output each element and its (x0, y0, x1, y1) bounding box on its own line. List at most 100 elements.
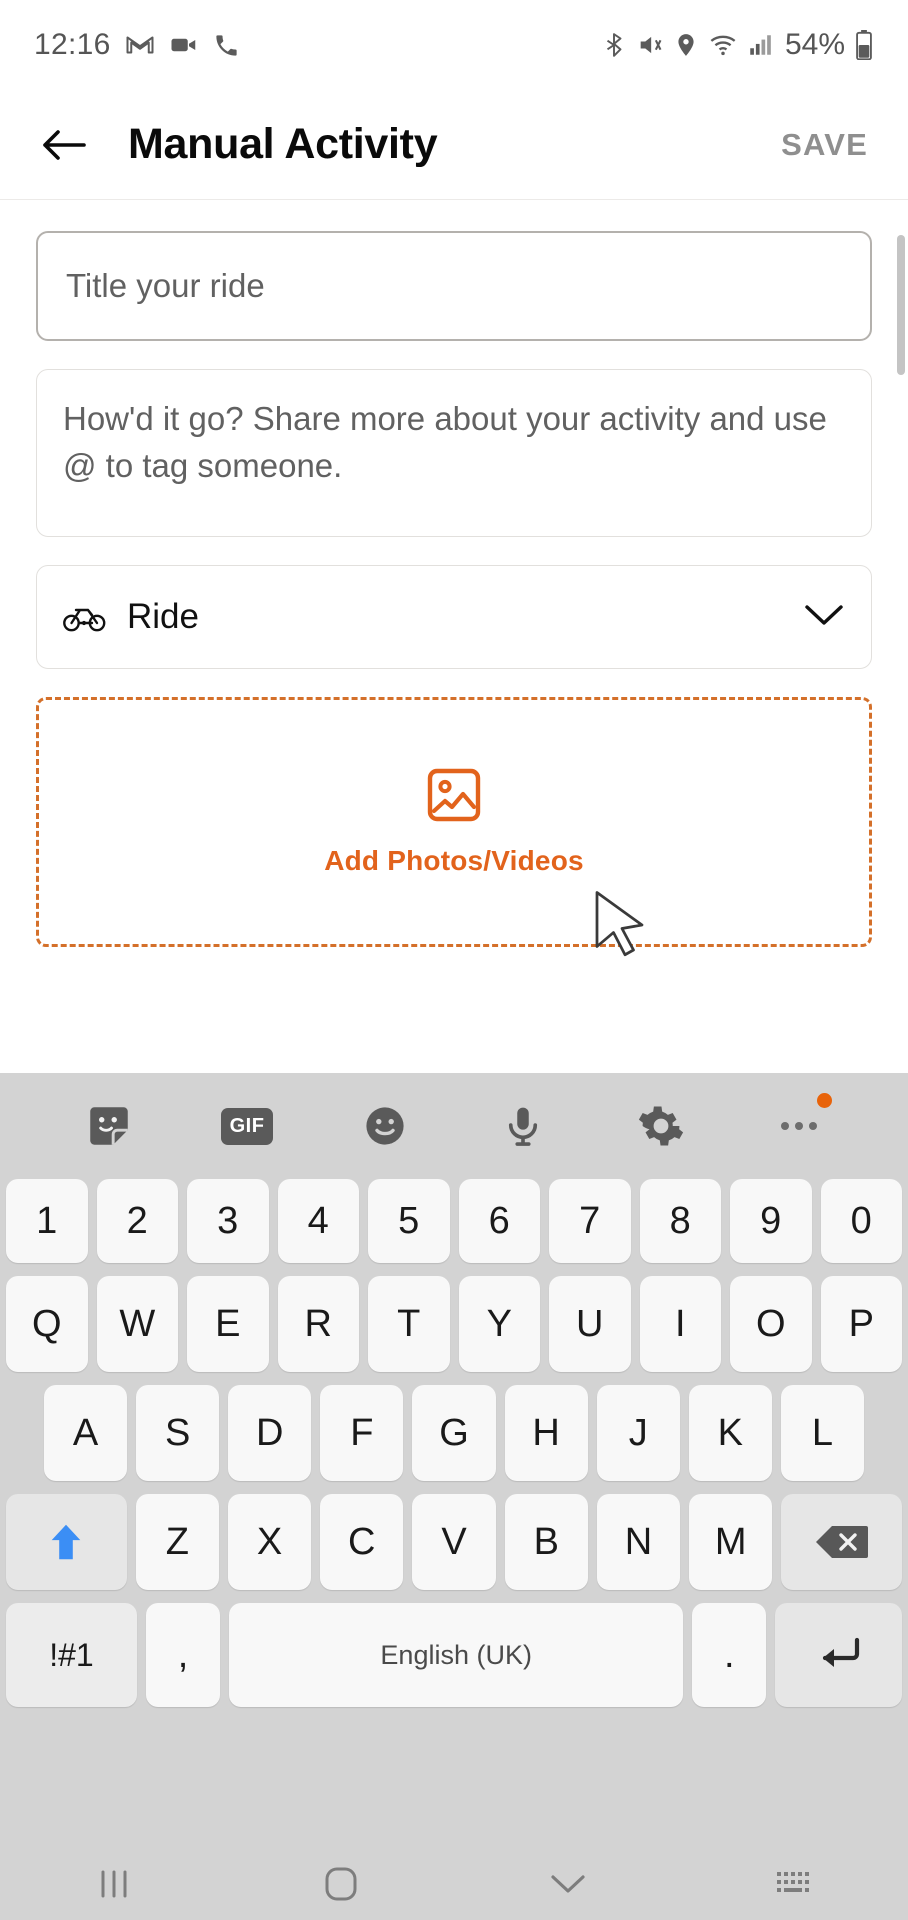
status-bar: 12:16 54% (0, 0, 908, 90)
key-d[interactable]: D (228, 1385, 312, 1481)
key-8[interactable]: 8 (639, 1179, 721, 1263)
key-1[interactable]: 1 (6, 1179, 88, 1263)
keyboard-switch-icon (776, 1871, 809, 1892)
key-b[interactable]: B (504, 1494, 588, 1590)
status-bar-left: 12:16 (34, 28, 240, 62)
cellular-signal-icon (750, 35, 771, 55)
video-camera-icon (171, 38, 195, 52)
activity-title-input[interactable]: Title your ride (36, 231, 872, 341)
key-6[interactable]: 6 (458, 1179, 540, 1263)
emoji-icon[interactable] (350, 1091, 420, 1161)
phone-icon (215, 34, 237, 56)
wifi-icon (710, 35, 736, 56)
key-n[interactable]: N (596, 1494, 681, 1590)
battery-percent-label: 54% (784, 28, 845, 61)
save-button[interactable]: SAVE (777, 117, 872, 173)
keyboard-row-space: !#1 , English (UK) . (6, 1603, 903, 1707)
key-z[interactable]: Z (135, 1494, 219, 1590)
key-h[interactable]: H (504, 1385, 588, 1481)
recents-button[interactable] (0, 1867, 227, 1901)
form-scroll-area[interactable]: Title your ride How'd it go? Share more … (0, 201, 908, 1073)
period-key[interactable]: . (692, 1603, 767, 1707)
keyboard-row-numbers: 1 2 3 4 5 6 7 8 9 0 (6, 1179, 902, 1263)
location-icon (678, 34, 694, 56)
activity-type-label: Ride (127, 597, 199, 636)
activity-description-placeholder: How'd it go? Share more about your activ… (63, 400, 827, 484)
add-photos-videos-button[interactable]: Add Photos/Videos (36, 697, 872, 947)
key-p[interactable]: P (820, 1276, 902, 1372)
key-y[interactable]: Y (458, 1276, 540, 1372)
keyboard-switch-button[interactable] (681, 1869, 908, 1899)
key-4[interactable]: 4 (277, 1179, 359, 1263)
back-arrow-icon (43, 129, 86, 160)
key-l[interactable]: L (780, 1385, 864, 1481)
key-7[interactable]: 7 (549, 1179, 631, 1263)
key-2[interactable]: 2 (96, 1179, 178, 1263)
keyboard-row-home: A S D F G H J K L (6, 1385, 902, 1481)
backspace-icon (815, 1526, 868, 1558)
status-bar-right: 54% (601, 28, 874, 62)
symbols-key[interactable]: !#1 (6, 1603, 137, 1707)
home-button[interactable] (227, 1864, 454, 1904)
backspace-key[interactable] (781, 1494, 903, 1590)
chevron-down-icon (803, 602, 845, 633)
key-m[interactable]: M (689, 1494, 773, 1590)
key-i[interactable]: I (639, 1276, 721, 1372)
mute-vibrate-icon (640, 36, 662, 54)
key-t[interactable]: T (368, 1276, 450, 1372)
key-0[interactable]: 0 (820, 1179, 902, 1263)
back-button[interactable] (36, 117, 92, 173)
status-bar-clock: 12:16 (34, 28, 111, 61)
space-key[interactable]: English (UK) (229, 1603, 684, 1707)
activity-title-placeholder: Title your ride (66, 267, 265, 304)
shift-key[interactable] (6, 1494, 127, 1590)
recents-icon (101, 1870, 126, 1897)
key-c[interactable]: C (320, 1494, 404, 1590)
key-o[interactable]: O (730, 1276, 812, 1372)
key-9[interactable]: 9 (730, 1179, 812, 1263)
key-s[interactable]: S (136, 1385, 220, 1481)
comma-key[interactable]: , (145, 1603, 221, 1707)
key-v[interactable]: V (412, 1494, 496, 1590)
keyboard-row-qwerty: Q W E R T Y U I O P (6, 1276, 902, 1372)
key-r[interactable]: R (277, 1276, 359, 1372)
gif-icon[interactable]: GIF (212, 1091, 282, 1161)
key-5[interactable]: 5 (368, 1179, 450, 1263)
key-x[interactable]: X (227, 1494, 312, 1590)
key-q[interactable]: Q (6, 1276, 88, 1372)
activity-description-input[interactable]: How'd it go? Share more about your activ… (36, 369, 872, 537)
enter-icon (822, 1637, 859, 1667)
notification-dot-badge (817, 1093, 832, 1108)
key-k[interactable]: K (688, 1385, 772, 1481)
android-nav-bar (0, 1847, 908, 1920)
bicycle-icon (63, 608, 106, 632)
gear-icon[interactable] (626, 1091, 696, 1161)
shift-icon (52, 1524, 81, 1560)
sticker-icon[interactable] (74, 1091, 144, 1161)
key-g[interactable]: G (412, 1385, 496, 1481)
keyboard-toolbar: GIF (0, 1073, 908, 1179)
add-photos-videos-label: Add Photos/Videos (324, 845, 584, 876)
key-e[interactable]: E (187, 1276, 269, 1372)
key-j[interactable]: J (596, 1385, 680, 1481)
key-3[interactable]: 3 (187, 1179, 269, 1263)
page-title: Manual Activity (128, 120, 438, 168)
more-options-icon[interactable] (764, 1091, 834, 1161)
microphone-icon[interactable] (488, 1091, 558, 1161)
bluetooth-icon (606, 33, 622, 57)
gmail-icon (126, 36, 154, 54)
key-u[interactable]: U (549, 1276, 631, 1372)
phone-screen: 12:16 54% Manual Activity SAVE Title you… (0, 0, 908, 1920)
on-screen-keyboard: G I F 1 2 3 4 5 6 7 8 9 0 Q W E R T Y U I … (0, 1073, 908, 1847)
keyboard-key-rows: 1 2 3 4 5 6 7 8 9 0 Q W E R T Y U I O P … (0, 1179, 908, 1707)
hide-keyboard-button[interactable] (454, 1870, 681, 1898)
battery-icon (856, 30, 872, 60)
enter-key[interactable] (775, 1603, 903, 1707)
app-header: Manual Activity SAVE (0, 90, 908, 200)
key-w[interactable]: W (96, 1276, 178, 1372)
key-a[interactable]: A (44, 1385, 128, 1481)
key-f[interactable]: F (320, 1385, 404, 1481)
image-icon (427, 768, 481, 822)
vertical-scrollbar[interactable] (897, 235, 905, 375)
activity-type-selector[interactable]: Ride (36, 565, 872, 669)
